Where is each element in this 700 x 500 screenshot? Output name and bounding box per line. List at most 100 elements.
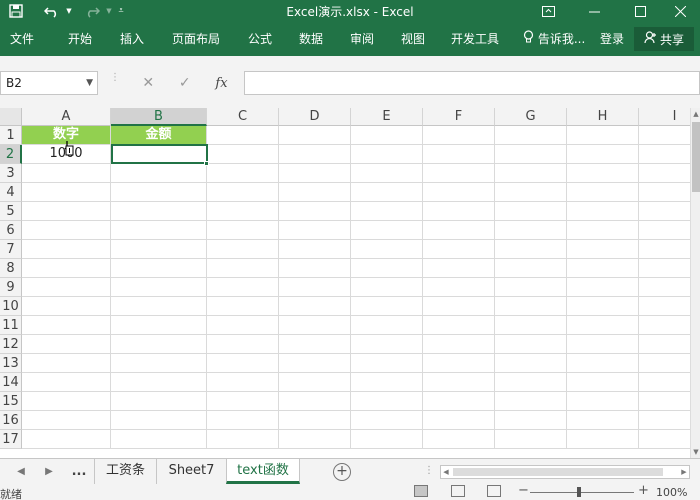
cell-a5[interactable] <box>22 202 111 221</box>
cell-a14[interactable] <box>22 373 111 392</box>
cell-d16[interactable] <box>279 411 351 430</box>
cell-f2[interactable] <box>423 145 495 164</box>
cell-h9[interactable] <box>567 278 639 297</box>
sheet-more-button[interactable]: ... <box>68 459 90 485</box>
vertical-scroll-thumb[interactable] <box>692 122 700 192</box>
cell-h3[interactable] <box>567 164 639 183</box>
row-header-8[interactable]: 8 <box>0 259 22 278</box>
cell-i11[interactable] <box>639 316 690 335</box>
cell-a11[interactable] <box>22 316 111 335</box>
row-header-17[interactable]: 17 <box>0 430 22 449</box>
worksheet-grid[interactable]: ABCDEFGHI1数字金额21000345678910111213141516… <box>0 108 690 458</box>
cell-f10[interactable] <box>423 297 495 316</box>
cancel-icon[interactable]: ✕ <box>142 75 154 91</box>
cell-d5[interactable] <box>279 202 351 221</box>
cell-h12[interactable] <box>567 335 639 354</box>
cell-i3[interactable] <box>639 164 690 183</box>
cell-d3[interactable] <box>279 164 351 183</box>
cell-i13[interactable] <box>639 354 690 373</box>
cell-b4[interactable] <box>111 183 207 202</box>
enter-icon[interactable]: ✓ <box>179 75 191 91</box>
tab-file[interactable]: 文件 <box>10 22 34 56</box>
cell-a17[interactable] <box>22 430 111 449</box>
tab-developer[interactable]: 开发工具 <box>451 22 499 56</box>
column-header-f[interactable]: F <box>423 108 495 126</box>
cell-g17[interactable] <box>495 430 567 449</box>
ribbon-display-icon[interactable] <box>528 0 568 22</box>
column-header-g[interactable]: G <box>495 108 567 126</box>
cell-a8[interactable] <box>22 259 111 278</box>
cell-f4[interactable] <box>423 183 495 202</box>
normal-view-icon[interactable] <box>414 485 428 497</box>
row-header-2[interactable]: 2 <box>0 145 22 164</box>
cell-g12[interactable] <box>495 335 567 354</box>
cell-f9[interactable] <box>423 278 495 297</box>
column-header-d[interactable]: D <box>279 108 351 126</box>
cell-a13[interactable] <box>22 354 111 373</box>
cell-g9[interactable] <box>495 278 567 297</box>
cell-i16[interactable] <box>639 411 690 430</box>
cell-g6[interactable] <box>495 221 567 240</box>
cell-c8[interactable] <box>207 259 279 278</box>
cell-d12[interactable] <box>279 335 351 354</box>
cell-c10[interactable] <box>207 297 279 316</box>
cell-e16[interactable] <box>351 411 423 430</box>
cell-c15[interactable] <box>207 392 279 411</box>
cell-c1[interactable] <box>207 126 279 145</box>
cell-c6[interactable] <box>207 221 279 240</box>
cell-e7[interactable] <box>351 240 423 259</box>
cell-i15[interactable] <box>639 392 690 411</box>
scroll-left-icon[interactable]: ◀ <box>441 466 451 478</box>
cell-h13[interactable] <box>567 354 639 373</box>
cell-b17[interactable] <box>111 430 207 449</box>
cell-i1[interactable] <box>639 126 690 145</box>
row-header-5[interactable]: 5 <box>0 202 22 221</box>
row-header-12[interactable]: 12 <box>0 335 22 354</box>
cell-g15[interactable] <box>495 392 567 411</box>
name-box[interactable]: B2 ▼ <box>0 71 98 95</box>
cell-i17[interactable] <box>639 430 690 449</box>
row-header-4[interactable]: 4 <box>0 183 22 202</box>
cell-h4[interactable] <box>567 183 639 202</box>
cell-a7[interactable] <box>22 240 111 259</box>
cell-f12[interactable] <box>423 335 495 354</box>
maximize-icon[interactable] <box>620 0 660 22</box>
cell-f16[interactable] <box>423 411 495 430</box>
cell-g4[interactable] <box>495 183 567 202</box>
cell-f8[interactable] <box>423 259 495 278</box>
cell-e5[interactable] <box>351 202 423 221</box>
row-header-16[interactable]: 16 <box>0 411 22 430</box>
cell-i7[interactable] <box>639 240 690 259</box>
row-header-10[interactable]: 10 <box>0 297 22 316</box>
cell-h7[interactable] <box>567 240 639 259</box>
cell-g2[interactable] <box>495 145 567 164</box>
cell-e2[interactable] <box>351 145 423 164</box>
cell-h11[interactable] <box>567 316 639 335</box>
cell-h14[interactable] <box>567 373 639 392</box>
cell-e9[interactable] <box>351 278 423 297</box>
cell-a15[interactable] <box>22 392 111 411</box>
cell-h10[interactable] <box>567 297 639 316</box>
cell-i12[interactable] <box>639 335 690 354</box>
cell-a10[interactable] <box>22 297 111 316</box>
cell-h17[interactable] <box>567 430 639 449</box>
cell-i2[interactable] <box>639 145 690 164</box>
cell-a6[interactable] <box>22 221 111 240</box>
insert-function-icon[interactable]: fx <box>215 76 227 91</box>
scroll-down-icon[interactable]: ▼ <box>691 446 700 458</box>
tab-page-layout[interactable]: 页面布局 <box>172 22 220 56</box>
cell-b14[interactable] <box>111 373 207 392</box>
cell-e17[interactable] <box>351 430 423 449</box>
cell-e12[interactable] <box>351 335 423 354</box>
cell-c5[interactable] <box>207 202 279 221</box>
tab-insert[interactable]: 插入 <box>120 22 144 56</box>
cell-i14[interactable] <box>639 373 690 392</box>
cell-c13[interactable] <box>207 354 279 373</box>
cell-b11[interactable] <box>111 316 207 335</box>
cell-b3[interactable] <box>111 164 207 183</box>
page-break-view-icon[interactable] <box>487 485 501 497</box>
cell-a12[interactable] <box>22 335 111 354</box>
cell-c3[interactable] <box>207 164 279 183</box>
cell-h16[interactable] <box>567 411 639 430</box>
cell-b16[interactable] <box>111 411 207 430</box>
